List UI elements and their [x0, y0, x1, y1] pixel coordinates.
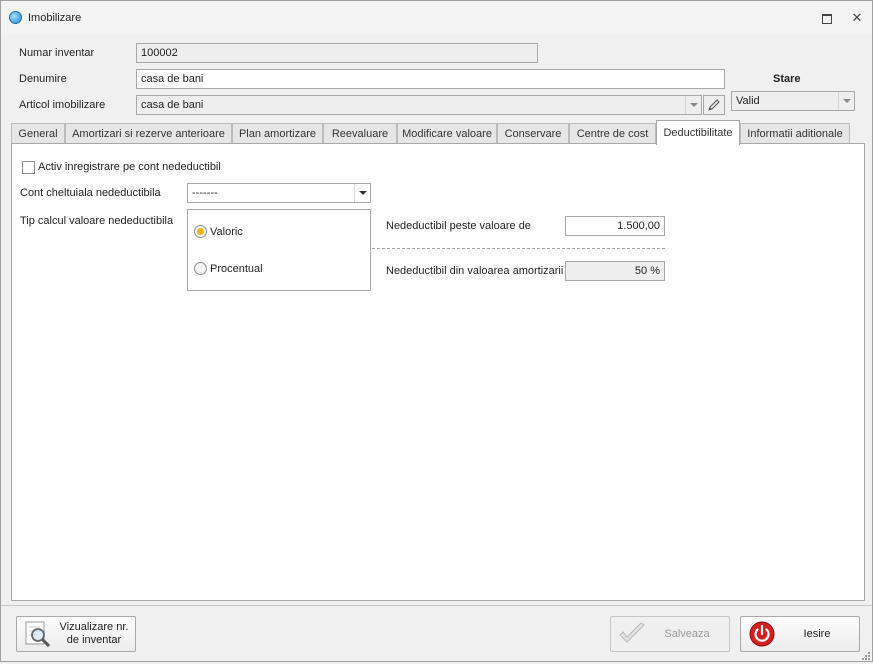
tab-deductibilitate[interactable]: Deductibilitate: [656, 120, 740, 145]
numar-inventar-field[interactable]: 100002: [136, 43, 538, 63]
iesire-button[interactable]: Iesire: [740, 616, 860, 652]
power-icon: [749, 621, 775, 647]
tab-informatii-aditionale[interactable]: Informatii aditionale: [740, 123, 850, 144]
denumire-label: Denumire: [19, 73, 67, 85]
tab-plan-amortizare[interactable]: Plan amortizare: [232, 123, 323, 144]
tip-calcul-label: Tip calcul valoare nedeductibila: [20, 215, 174, 227]
stare-title: Stare: [773, 73, 801, 85]
activ-nedeductibil-label: Activ inregistrare pe cont nedeductibil: [38, 161, 221, 173]
tab-centre-de-cost[interactable]: Centre de cost: [569, 123, 656, 144]
radio-procentual[interactable]: [194, 262, 207, 275]
separator: [372, 248, 665, 249]
nedeductibil-din-label: Nedeductibil din valoarea amortizarii: [386, 265, 564, 277]
edit-articol-button[interactable]: [703, 95, 725, 115]
bottom-separator: [1, 605, 872, 606]
vizualizare-line2: de inventar: [66, 634, 122, 646]
tip-calcul-radio-group: Valoric Procentual: [187, 209, 371, 291]
articol-imobilizare-combo[interactable]: casa de bani: [136, 95, 702, 115]
chevron-down-icon[interactable]: [685, 96, 701, 114]
vizualizare-inventar-button[interactable]: Vizualizare nr. de inventar: [16, 616, 136, 652]
title-bar: Imobilizare ✕: [1, 1, 872, 35]
magnifier-icon: [25, 621, 51, 648]
tab-modificare-valoare[interactable]: Modificare valoare: [397, 123, 497, 144]
salveaza-label: Salveaza: [664, 628, 710, 640]
radio-valoric-label[interactable]: Valoric: [210, 226, 243, 238]
tab-reevaluare[interactable]: Reevaluare: [323, 123, 397, 144]
grip-dots-icon: [862, 652, 870, 660]
window-title: Imobilizare: [28, 12, 82, 24]
tab-conservare[interactable]: Conservare: [497, 123, 569, 144]
stare-combo[interactable]: Valid: [731, 91, 855, 111]
denumire-field[interactable]: casa de bani: [136, 69, 725, 89]
chevron-down-icon[interactable]: [354, 184, 370, 202]
radio-procentual-label[interactable]: Procentual: [210, 263, 263, 275]
pencil-icon: [708, 99, 720, 111]
cont-cheltuiala-value: -------: [192, 187, 218, 199]
cont-cheltuiala-combo[interactable]: -------: [187, 183, 371, 203]
cont-cheltuiala-label: Cont cheltuiala nedeductibila: [20, 187, 161, 199]
resize-grip-icon[interactable]: [861, 651, 871, 661]
radio-valoric[interactable]: [194, 225, 207, 238]
tab-general[interactable]: General: [11, 123, 65, 144]
restore-icon[interactable]: [819, 11, 833, 25]
close-icon[interactable]: ✕: [850, 11, 864, 25]
vizualizare-line1: Vizualizare nr.: [59, 621, 129, 633]
activ-nedeductibil-checkbox[interactable]: [22, 161, 35, 174]
iesire-label: Iesire: [803, 628, 831, 640]
tab-amortizari[interactable]: Amortizari si rezerve anterioare: [65, 123, 232, 144]
articol-imobilizare-value: casa de bani: [141, 99, 204, 111]
salveaza-button[interactable]: Salveaza: [610, 616, 730, 652]
nedeductibil-peste-field[interactable]: 1.500,00: [565, 216, 665, 236]
numar-inventar-label: Numar inventar: [19, 47, 95, 59]
nedeductibil-din-field[interactable]: 50 %: [565, 261, 665, 281]
checkmark-icon: [619, 622, 645, 643]
chevron-down-icon[interactable]: [838, 92, 854, 110]
app-icon: [9, 11, 22, 24]
nedeductibil-peste-label: Nedeductibil peste valoare de: [386, 220, 531, 232]
imobilizare-window: Imobilizare ✕ Numar inventar 100002 Denu…: [0, 0, 873, 662]
deductibilitate-panel: [11, 143, 865, 601]
stare-value: Valid: [736, 95, 760, 107]
articol-imobilizare-label: Articol imobilizare: [19, 99, 106, 111]
